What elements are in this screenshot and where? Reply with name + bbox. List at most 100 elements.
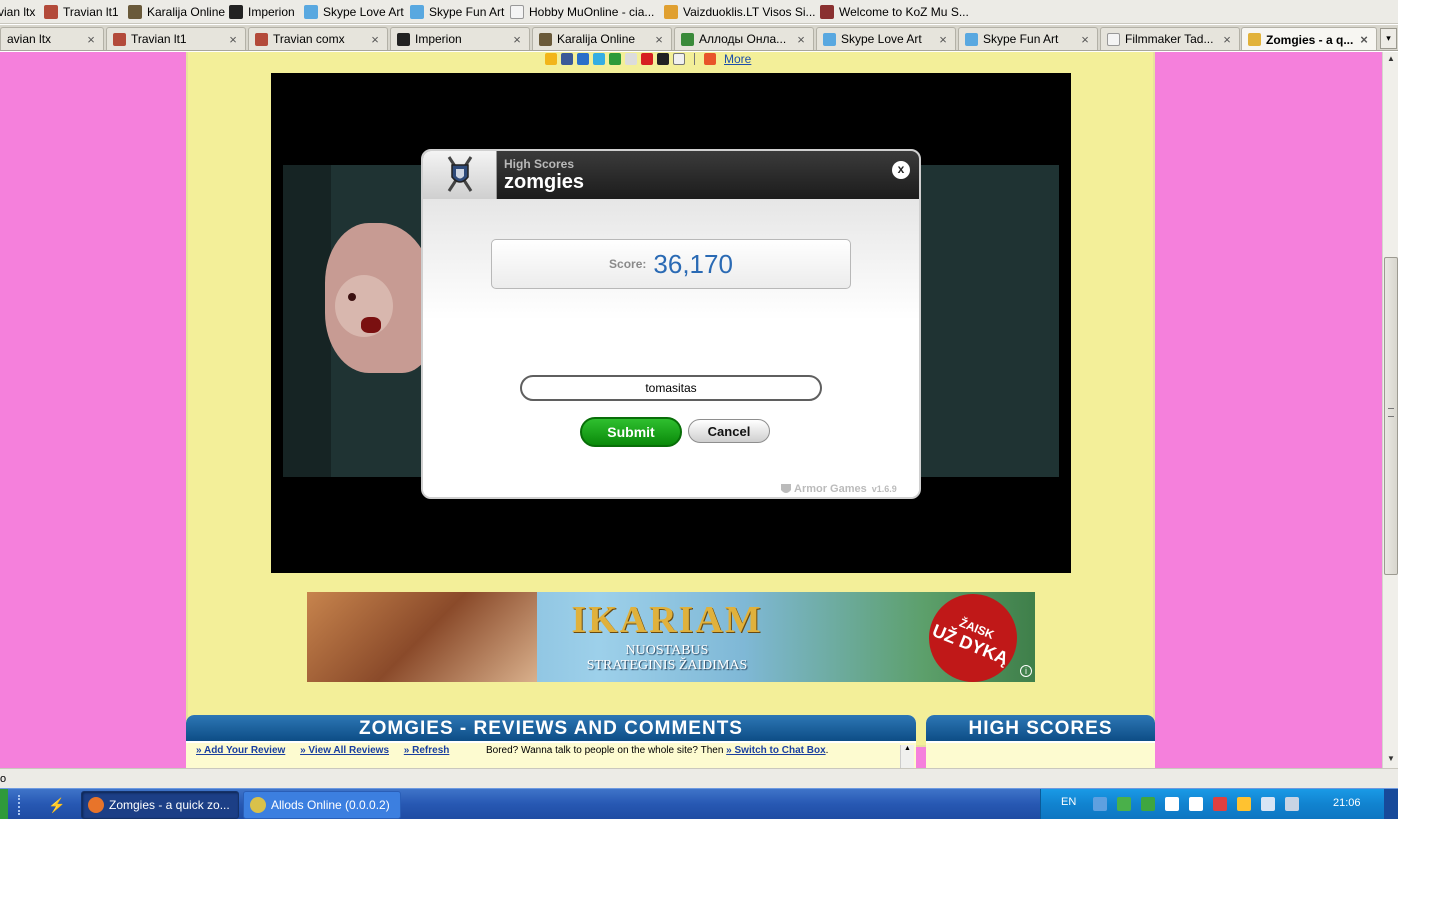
bookmark-item[interactable]: Karalija Online: [128, 3, 225, 21]
bookmarks-toolbar: vian ltx Travian lt1 Karalija Online Imperi…: [0, 0, 1398, 24]
status-text: o: [0, 773, 7, 785]
chat-prompt-text: Bored? Wanna talk to people on the whole…: [486, 745, 727, 756]
tab-travian-comx[interactable]: Travian comx ×: [248, 27, 388, 50]
show-desktop-area[interactable]: [1384, 789, 1398, 819]
koz-icon: [820, 5, 834, 19]
ad-tagline-1: NUOSTABUS: [625, 643, 709, 658]
bookmark-item[interactable]: Skype Love Art: [304, 3, 404, 21]
tab-close-icon[interactable]: ×: [85, 32, 97, 47]
tab-close-icon[interactable]: ×: [1079, 32, 1091, 47]
cancel-button[interactable]: Cancel: [688, 419, 770, 443]
tab-strip: avian ltx × Travian lt1 × Travian comx × Imper…: [0, 25, 1398, 51]
zombie-mouth: [361, 317, 381, 333]
tab-avian-ltx[interactable]: avian ltx ×: [0, 27, 104, 50]
facebook-icon[interactable]: [561, 53, 573, 65]
tab-imperion[interactable]: Imperion ×: [390, 27, 530, 50]
tab-travian-lt1[interactable]: Travian lt1 ×: [106, 27, 246, 50]
volume-icon[interactable]: [1261, 797, 1275, 811]
tab-[interactable]: Аллоды Онла... ×: [674, 27, 814, 50]
star-icon[interactable]: [545, 53, 557, 65]
bookmark-item[interactable]: Welcome to KoZ Mu S...: [820, 3, 969, 21]
view-all-reviews-link[interactable]: » View All Reviews: [300, 745, 389, 756]
ad-title: IKARIAM: [571, 599, 763, 641]
scroll-down-arrow-icon[interactable]: ▼: [1383, 752, 1399, 766]
scroll-thumb[interactable]: [1384, 257, 1398, 575]
bookmark-item[interactable]: Vaizduoklis.LT Visos Si...: [664, 3, 816, 21]
tab-label: Imperion: [415, 32, 462, 46]
bookmark-item[interactable]: Travian lt1: [44, 3, 119, 21]
tab-filmmaker-tad[interactable]: Filmmaker Tad... ×: [1100, 27, 1240, 50]
tab-close-icon[interactable]: ×: [653, 32, 665, 47]
tab-close-icon[interactable]: ×: [795, 32, 807, 47]
share-separator: [694, 53, 695, 65]
tab-close-icon[interactable]: ×: [1358, 32, 1370, 47]
tab-close-icon[interactable]: ×: [227, 32, 239, 47]
reviews-scrollbar[interactable]: ▲: [900, 745, 914, 768]
game-frame[interactable]: High Scores zomgies x Score: 36,170 Subm…: [271, 73, 1071, 573]
start-button[interactable]: [0, 789, 8, 819]
tab-skype-love-art[interactable]: Skype Love Art ×: [816, 27, 956, 50]
email-icon[interactable]: [673, 53, 685, 65]
language-indicator[interactable]: EN: [1061, 796, 1076, 808]
utorrent-icon[interactable]: [1141, 797, 1155, 811]
reddit-icon[interactable]: [625, 53, 637, 65]
twitter-icon[interactable]: [593, 53, 605, 65]
windows-icon[interactable]: [1213, 797, 1227, 811]
high-scores-section: HIGH SCORES: [926, 715, 1155, 768]
bookmark-item[interactable]: vian ltx: [0, 3, 35, 21]
tab-close-icon[interactable]: ×: [1221, 32, 1233, 47]
player-name-input[interactable]: [520, 375, 822, 401]
tab-skype-fun-art[interactable]: Skype Fun Art ×: [958, 27, 1098, 50]
ikariam-ad-banner[interactable]: IKARIAM NUOSTABUS STRATEGINIS ŽAIDIMAS Ž…: [307, 592, 1035, 682]
stumbleupon-icon[interactable]: [609, 53, 621, 65]
allods-icon: [250, 797, 266, 813]
bookmark-label: Skype Love Art: [323, 5, 404, 19]
score-display: Score: 36,170: [491, 239, 851, 289]
tab-close-icon[interactable]: ×: [369, 32, 381, 47]
ad-info-icon[interactable]: i: [1020, 665, 1032, 677]
security-icon[interactable]: [1117, 797, 1131, 811]
p-app-icon[interactable]: [1189, 797, 1203, 811]
flag-icon[interactable]: [1165, 797, 1179, 811]
page-scrollbar[interactable]: ▲ ▼: [1382, 52, 1398, 768]
reviews-section: ZOMGIES - REVIEWS AND COMMENTS » Add You…: [186, 715, 916, 768]
lightning-icon[interactable]: [1237, 797, 1251, 811]
skype-icon: [965, 32, 978, 46]
armor-games-brand[interactable]: Armor Games v1.6.9: [781, 483, 897, 495]
globe-icon: [681, 32, 694, 46]
scroll-up-arrow-icon[interactable]: ▲: [1383, 52, 1399, 66]
bookmark-label: Karalija Online: [147, 5, 226, 19]
delicious-icon[interactable]: [657, 53, 669, 65]
more-share-link[interactable]: More: [724, 52, 751, 66]
tab-close-icon[interactable]: ×: [937, 32, 949, 47]
scroll-grip: [1388, 408, 1394, 417]
add-review-link[interactable]: » Add Your Review: [196, 745, 285, 756]
plus-icon[interactable]: [704, 53, 716, 65]
bookmark-label: Hobby MuOnline - cia...: [529, 5, 655, 19]
submit-button[interactable]: Submit: [580, 417, 682, 447]
bookmark-item[interactable]: Imperion: [229, 3, 295, 21]
clock[interactable]: 21:06: [1333, 797, 1361, 809]
safely-remove-icon[interactable]: [1285, 797, 1299, 811]
refresh-link[interactable]: » Refresh: [404, 745, 450, 756]
switch-to-chat-link[interactable]: » Switch to Chat Box: [726, 745, 825, 756]
bookmark-label: Travian lt1: [63, 5, 119, 19]
bookmark-item[interactable]: Hobby MuOnline - cia...: [510, 3, 654, 21]
tab-zomgies-a-q[interactable]: Zomgies - a q... ×: [1241, 27, 1377, 50]
tab-label: Filmmaker Tad...: [1125, 32, 1214, 46]
ad-play-free-badge[interactable]: ŽAISK UŽ DYKĄ: [915, 592, 1031, 682]
bookmark-label: Imperion: [248, 5, 295, 19]
tab-karalija-online[interactable]: Karalija Online ×: [532, 27, 672, 50]
tab-close-icon[interactable]: ×: [511, 32, 523, 47]
quicklaunch-icon[interactable]: ⚡: [48, 797, 65, 813]
close-button[interactable]: x: [892, 161, 910, 179]
bookmark-item[interactable]: Skype Fun Art: [410, 3, 504, 21]
taskbar-button[interactable]: Zomgies - a quick zo...: [81, 791, 239, 819]
taskbar-button[interactable]: Allods Online (0.0.0.2): [243, 791, 401, 819]
mixx-icon[interactable]: [641, 53, 653, 65]
network-icon[interactable]: [1093, 797, 1107, 811]
quicklaunch-grip[interactable]: [18, 795, 22, 815]
share-toolbar: More: [545, 52, 751, 66]
tab-list-button[interactable]: ▾: [1380, 28, 1397, 49]
windows-live-icon[interactable]: [577, 53, 589, 65]
